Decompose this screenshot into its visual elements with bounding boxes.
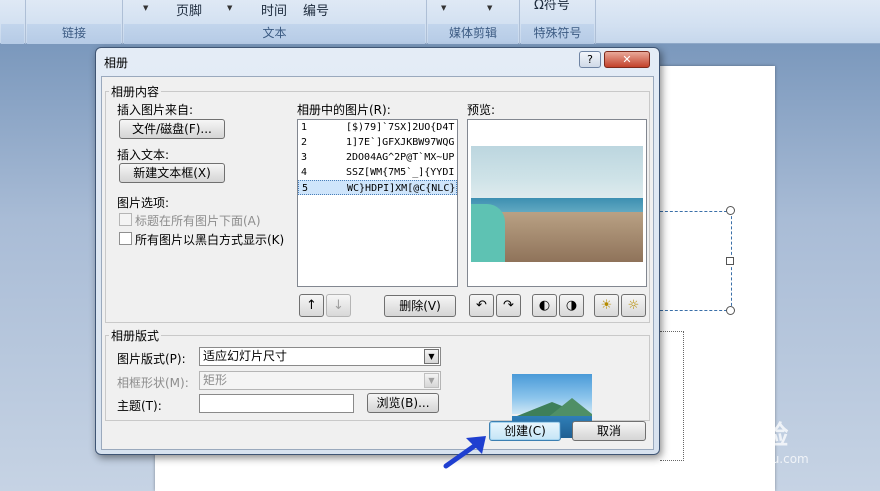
pictures-label: 相册中的图片(R): [297, 103, 391, 117]
frame-shape-value: 矩形 [203, 373, 228, 387]
watermark-url: jingyan.baidu.com [698, 452, 809, 466]
theme-label: 主题(T): [117, 399, 162, 413]
picture-layout-select[interactable]: 适应幻灯片尺寸 ▼ [199, 347, 441, 366]
brightness-up-icon[interactable]: ☀ [594, 294, 619, 317]
ribbon-group-label: 链接 [61, 26, 86, 40]
picture-options-label: 图片选项: [117, 196, 170, 210]
rotate-left-icon[interactable]: ↶ [469, 294, 494, 317]
remove-button[interactable]: 删除(V) [384, 295, 456, 317]
footer-button[interactable]: 页脚 [176, 0, 202, 19]
rotate-right-icon[interactable]: ↷ [496, 294, 521, 317]
caption-below-label: 标题在所有图片下面(A) [135, 214, 261, 228]
frame-shape-select[interactable]: 矩形 ▼ [199, 371, 441, 390]
black-white-label: 所有图片以黑白方式显示(K) [135, 233, 285, 247]
date-time-button[interactable]: 时间 [261, 0, 287, 19]
contrast-up-icon[interactable]: ◐ [532, 294, 557, 317]
preview-image [471, 146, 643, 262]
album-content-legend: 相册内容 [109, 83, 162, 100]
ribbon-group-links: 链接 [26, 0, 123, 44]
insert-text-label: 插入文本: [117, 148, 170, 162]
contrast-down-icon[interactable]: ◑ [559, 294, 584, 317]
dialog-titlebar[interactable]: 相册 ? ✕ [96, 48, 659, 74]
black-white-checkbox[interactable] [119, 232, 132, 245]
ribbon-group-symbols: Ω符号 特殊符号 [520, 0, 596, 44]
brightness-down-icon[interactable]: ☼ [621, 294, 646, 317]
file-disk-button[interactable]: 文件/磁盘(F)... [119, 119, 225, 139]
ribbon-group-text: ▼ 页脚 ▼ 时间 编号 文本 [123, 0, 427, 44]
close-button[interactable]: ✕ [604, 51, 650, 68]
ribbon-group-label: 文本 [262, 26, 287, 40]
resize-handle[interactable] [726, 206, 735, 215]
ribbon-group-label: 特殊符号 [533, 26, 582, 40]
pictures-listbox[interactable]: 1 [$)79]`7SX]2UO{D4T 2 1]7E`]GFXJKBW97WQG … [297, 119, 458, 287]
cancel-button[interactable]: 取消 [572, 421, 646, 441]
theme-input[interactable] [199, 394, 354, 413]
move-up-button[interactable]: ↑ [299, 294, 324, 317]
insert-from-label: 插入图片来自: [117, 103, 194, 117]
caption-below-checkbox[interactable] [119, 213, 132, 226]
chevron-down-icon[interactable]: ▼ [143, 4, 148, 12]
ribbon-group-media: ▼ ▼ 媒体剪辑 [427, 0, 520, 44]
ribbon: 链接 ▼ 页脚 ▼ 时间 编号 文本 ▼ ▼ 媒体剪辑 Ω符号 特殊符号 [0, 0, 880, 44]
list-item[interactable]: 2 1]7E`]GFXJKBW97WQG [298, 135, 457, 150]
number-button[interactable]: 编号 [303, 0, 329, 19]
list-item[interactable]: 4 SSZ[WM{7M5`_]{YYDI [298, 165, 457, 180]
pointer-arrow-icon [443, 436, 486, 469]
dialog-title: 相册 [104, 56, 129, 70]
picture-layout-value: 适应幻灯片尺寸 [203, 349, 288, 363]
dialog-body: 相册内容 插入图片来自: 文件/磁盘(F)... 插入文本: 新建文本框(X) … [101, 76, 654, 450]
chevron-down-icon[interactable]: ▼ [441, 4, 446, 12]
ribbon-group-label: 媒体剪辑 [448, 26, 497, 40]
list-item[interactable]: 3 2DO04AG^2P@T`MX~UP [298, 150, 457, 165]
title-placeholder[interactable] [660, 211, 732, 311]
new-textbox-button[interactable]: 新建文本框(X) [119, 163, 225, 183]
chevron-down-icon[interactable]: ▼ [487, 4, 492, 12]
preview-label: 预览: [467, 103, 496, 117]
help-button[interactable]: ? [579, 51, 601, 68]
watermark: Bai经验 [690, 421, 789, 451]
resize-handle[interactable] [726, 306, 735, 315]
chevron-down-icon[interactable]: ▼ [227, 4, 232, 12]
move-down-button[interactable]: ↓ [326, 294, 351, 317]
picture-layout-label: 图片版式(P): [117, 352, 186, 366]
ribbon-group-partial [0, 0, 26, 44]
resize-handle[interactable] [726, 257, 734, 265]
chevron-down-icon[interactable]: ▼ [424, 349, 439, 364]
symbol-button[interactable]: Ω符号 [534, 0, 570, 13]
photo-album-dialog: 相册 ? ✕ 相册内容 插入图片来自: 文件/磁盘(F)... 插入文本: 新建… [95, 47, 660, 455]
list-item[interactable]: 1 [$)79]`7SX]2UO{D4T [298, 120, 457, 135]
browse-button[interactable]: 浏览(B)... [367, 393, 439, 413]
album-layout-legend: 相册版式 [109, 327, 162, 344]
subtitle-placeholder[interactable] [660, 331, 684, 461]
chevron-down-icon: ▼ [424, 373, 439, 388]
frame-shape-label: 相框形状(M): [117, 376, 189, 390]
list-item-selected[interactable]: 5 WC}HDPI]XM[@C{NLC} [298, 180, 457, 195]
preview-pane [467, 119, 647, 287]
